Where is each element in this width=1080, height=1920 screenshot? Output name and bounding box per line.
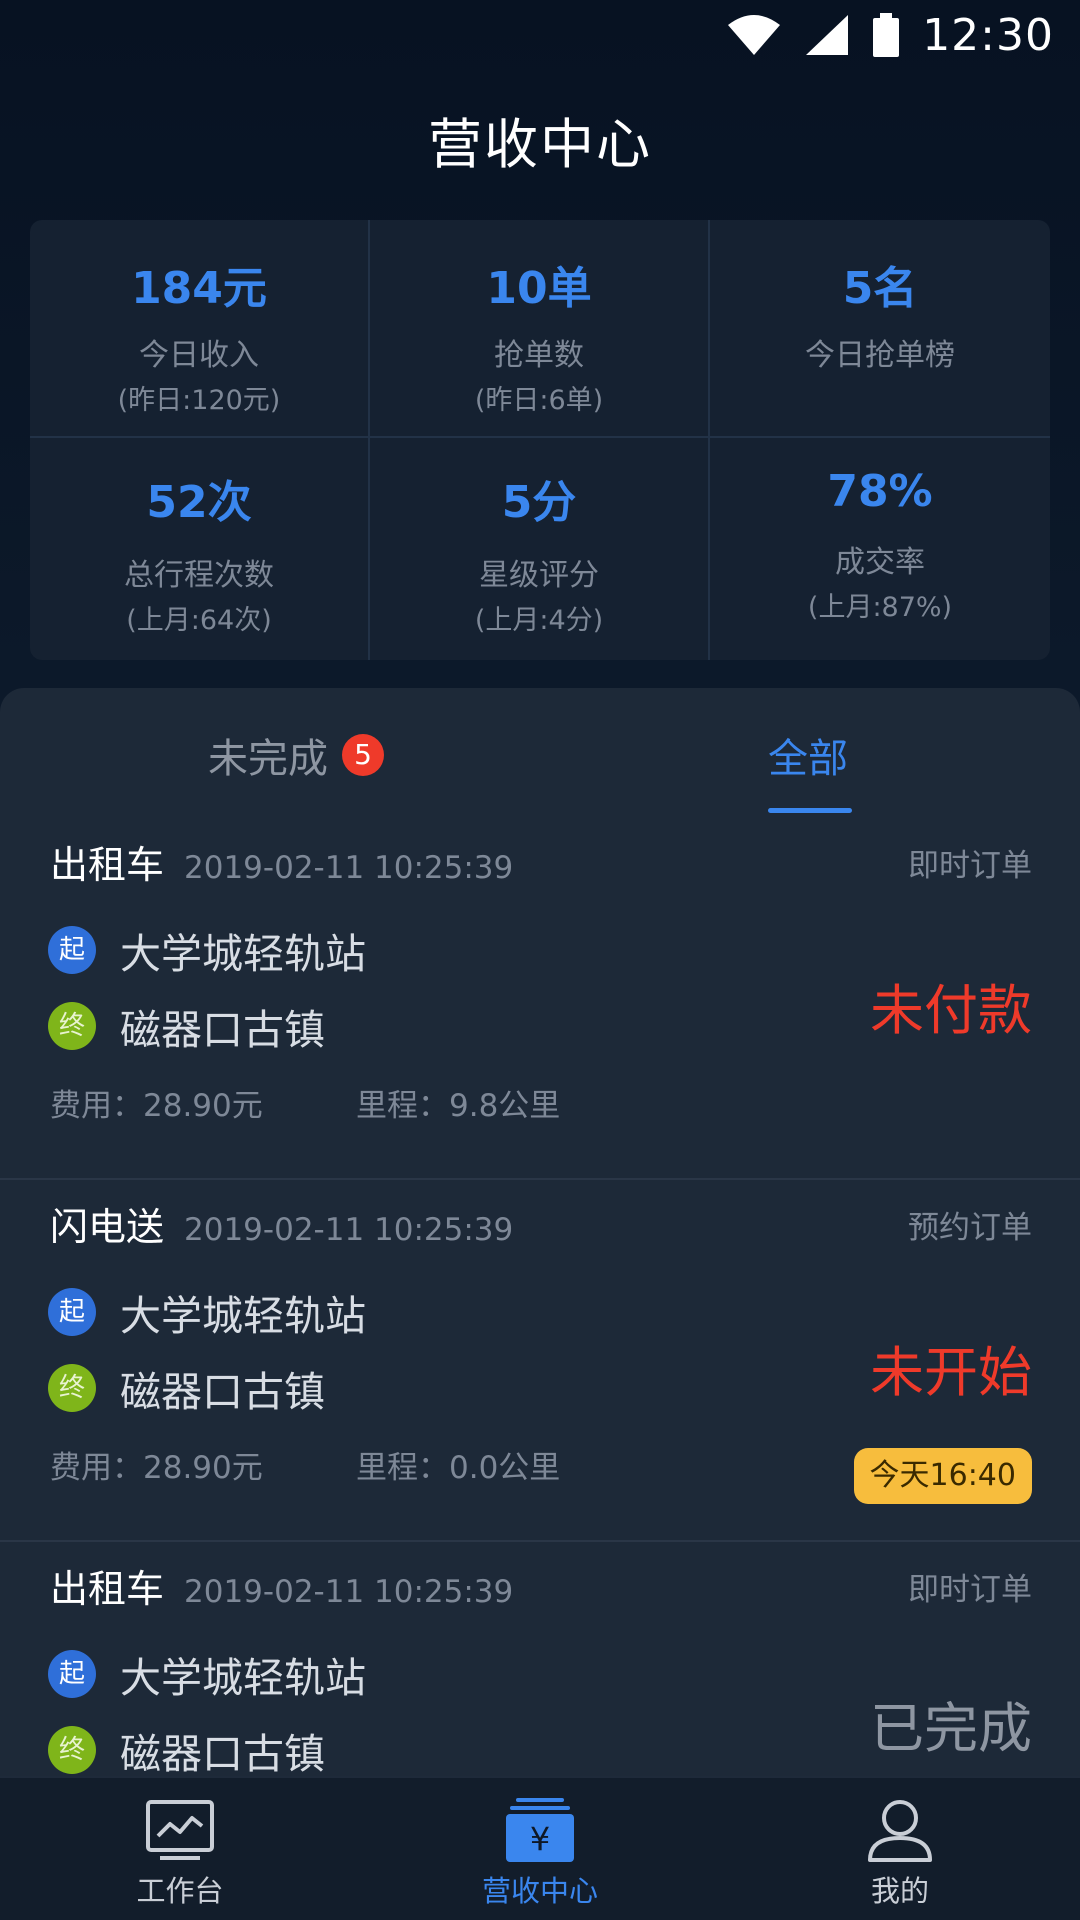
stat-label: 今日收入 xyxy=(139,338,259,373)
start-location: 起 大学城轻轨站 xyxy=(48,920,366,980)
start-marker-icon: 起 xyxy=(48,1288,96,1336)
scheduled-time-badge: 今天16:40 xyxy=(853,1448,1032,1504)
start-marker-icon: 起 xyxy=(48,1650,96,1698)
order-time: 2019-02-11 10:25:39 xyxy=(184,1212,514,1248)
order-header: 出租车 2019-02-11 10:25:39 即时订单 xyxy=(50,834,1032,890)
nav-workbench[interactable]: 工作台 xyxy=(0,1778,360,1920)
order-kind: 即时订单 xyxy=(908,1572,1032,1608)
screen: 12:30 营收中心 184元 今日收入 (昨日:120元) 10单 抢单数 (… xyxy=(0,0,1080,1920)
nav-label: 工作台 xyxy=(136,1874,224,1908)
start-location: 起 大学城轻轨站 xyxy=(48,1282,366,1342)
start-name: 大学城轻轨站 xyxy=(120,930,366,978)
end-location: 终 磁器口古镇 xyxy=(48,996,325,1056)
order-time: 2019-02-11 10:25:39 xyxy=(184,1574,514,1610)
order-type: 出租车 xyxy=(50,843,165,887)
nav-revenue-center[interactable]: ¥ 营收中心 xyxy=(360,1778,720,1920)
end-marker-icon: 终 xyxy=(48,1002,96,1050)
battery-icon xyxy=(873,13,900,57)
stats-card: 184元 今日收入 (昨日:120元) 10单 抢单数 (昨日:6单) 5名 今… xyxy=(30,220,1050,660)
order-status: 未付款 xyxy=(870,979,1032,1042)
bottom-nav: 工作台 ¥ 营收中心 我的 xyxy=(0,1776,1080,1920)
end-name: 磁器口古镇 xyxy=(120,1006,325,1054)
order-status: 已完成 xyxy=(870,1697,1032,1760)
orders-panel: 未完成 5 全部 出租车 2019-02-11 10:25:39 即时订单 起 … xyxy=(0,688,1080,1920)
stat-value: 78% xyxy=(827,466,933,517)
end-marker-icon: 终 xyxy=(48,1364,96,1412)
order-meta: 费用：28.90元 里程：0.0公里 xyxy=(50,1442,560,1487)
wifi-icon xyxy=(728,15,781,55)
end-name: 磁器口古镇 xyxy=(120,1730,325,1778)
stat-deal-rate[interactable]: 78% 成交率 (上月:87%) xyxy=(710,438,1050,660)
order-distance: 里程：9.8公里 xyxy=(356,1088,561,1124)
stat-sub: (上月:87%) xyxy=(807,592,953,623)
order-distance: 里程：0.0公里 xyxy=(356,1450,561,1486)
stat-label: 抢单数 xyxy=(494,338,584,373)
stat-sub: (上月:64次) xyxy=(126,605,272,636)
order-time: 2019-02-11 10:25:39 xyxy=(184,850,514,886)
order-type: 出租车 xyxy=(50,1567,165,1611)
order-status: 未开始 xyxy=(870,1341,1032,1404)
svg-text:¥: ¥ xyxy=(530,1820,550,1858)
stat-sub: (昨日:120元) xyxy=(117,385,281,416)
stat-value: 5名 xyxy=(842,263,918,314)
order-type: 闪电送 xyxy=(50,1205,165,1249)
yuan-wallet-icon: ¥ xyxy=(506,1798,574,1862)
stat-star-rating[interactable]: 5分 星级评分 (上月:4分) xyxy=(370,438,710,660)
start-name: 大学城轻轨站 xyxy=(120,1654,366,1702)
start-location: 起 大学城轻轨站 xyxy=(48,1644,366,1704)
stat-label: 成交率 xyxy=(835,545,925,580)
status-time: 12:30 xyxy=(922,9,1054,61)
end-location: 终 磁器口古镇 xyxy=(48,1720,325,1780)
order-meta: 费用：28.90元 里程：9.8公里 xyxy=(50,1080,560,1125)
end-marker-icon: 终 xyxy=(48,1726,96,1774)
page-title: 营收中心 xyxy=(428,113,652,176)
stat-grab-count[interactable]: 10单 抢单数 (昨日:6单) xyxy=(370,220,710,438)
cellular-signal-icon xyxy=(806,15,849,55)
tab-label: 全部 xyxy=(768,736,848,782)
order-kind: 即时订单 xyxy=(908,848,1032,884)
order-fee: 费用：28.90元 xyxy=(50,1450,263,1486)
stat-value: 52次 xyxy=(146,477,252,528)
nav-label: 营收中心 xyxy=(481,1874,598,1908)
order-tabs: 未完成 5 全部 xyxy=(0,688,1080,818)
tab-all[interactable]: 全部 xyxy=(768,726,848,784)
user-icon xyxy=(868,1800,932,1862)
order-fee: 费用：28.90元 xyxy=(50,1088,263,1124)
order-card[interactable]: 闪电送 2019-02-11 10:25:39 预约订单 起 大学城轻轨站 终 … xyxy=(0,1180,1080,1542)
stat-sub: (昨日:6单) xyxy=(474,385,604,416)
order-card[interactable]: 出租车 2019-02-11 10:25:39 即时订单 起 大学城轻轨站 终 … xyxy=(0,818,1080,1180)
status-bar: 12:30 xyxy=(0,0,1080,70)
stat-value: 5分 xyxy=(501,477,577,528)
nav-label: 我的 xyxy=(870,1874,929,1908)
end-name: 磁器口古镇 xyxy=(120,1368,325,1416)
unread-count-badge: 5 xyxy=(342,734,384,776)
stat-today-income[interactable]: 184元 今日收入 (昨日:120元) xyxy=(30,220,370,438)
stat-value: 10单 xyxy=(486,263,592,314)
start-name: 大学城轻轨站 xyxy=(120,1292,366,1340)
tab-unfinished[interactable]: 未完成 5 xyxy=(208,726,384,784)
stat-label: 星级评分 xyxy=(479,558,599,593)
stat-sub: (上月:4分) xyxy=(474,605,604,636)
end-location: 终 磁器口古镇 xyxy=(48,1358,325,1418)
chart-monitor-icon xyxy=(146,1800,214,1860)
stat-label: 总行程次数 xyxy=(124,558,274,593)
stat-total-trips[interactable]: 52次 总行程次数 (上月:64次) xyxy=(30,438,370,660)
stat-grab-ranking[interactable]: 5名 今日抢单榜 xyxy=(710,220,1050,438)
tab-label: 未完成 xyxy=(208,736,328,782)
order-header: 闪电送 2019-02-11 10:25:39 预约订单 xyxy=(50,1196,1032,1252)
start-marker-icon: 起 xyxy=(48,926,96,974)
nav-mine[interactable]: 我的 xyxy=(720,1778,1080,1920)
stat-label: 今日抢单榜 xyxy=(805,338,955,373)
order-kind: 预约订单 xyxy=(908,1210,1032,1246)
order-header: 出租车 2019-02-11 10:25:39 即时订单 xyxy=(50,1558,1032,1614)
active-tab-indicator xyxy=(768,808,852,813)
stat-value: 184元 xyxy=(131,263,267,314)
